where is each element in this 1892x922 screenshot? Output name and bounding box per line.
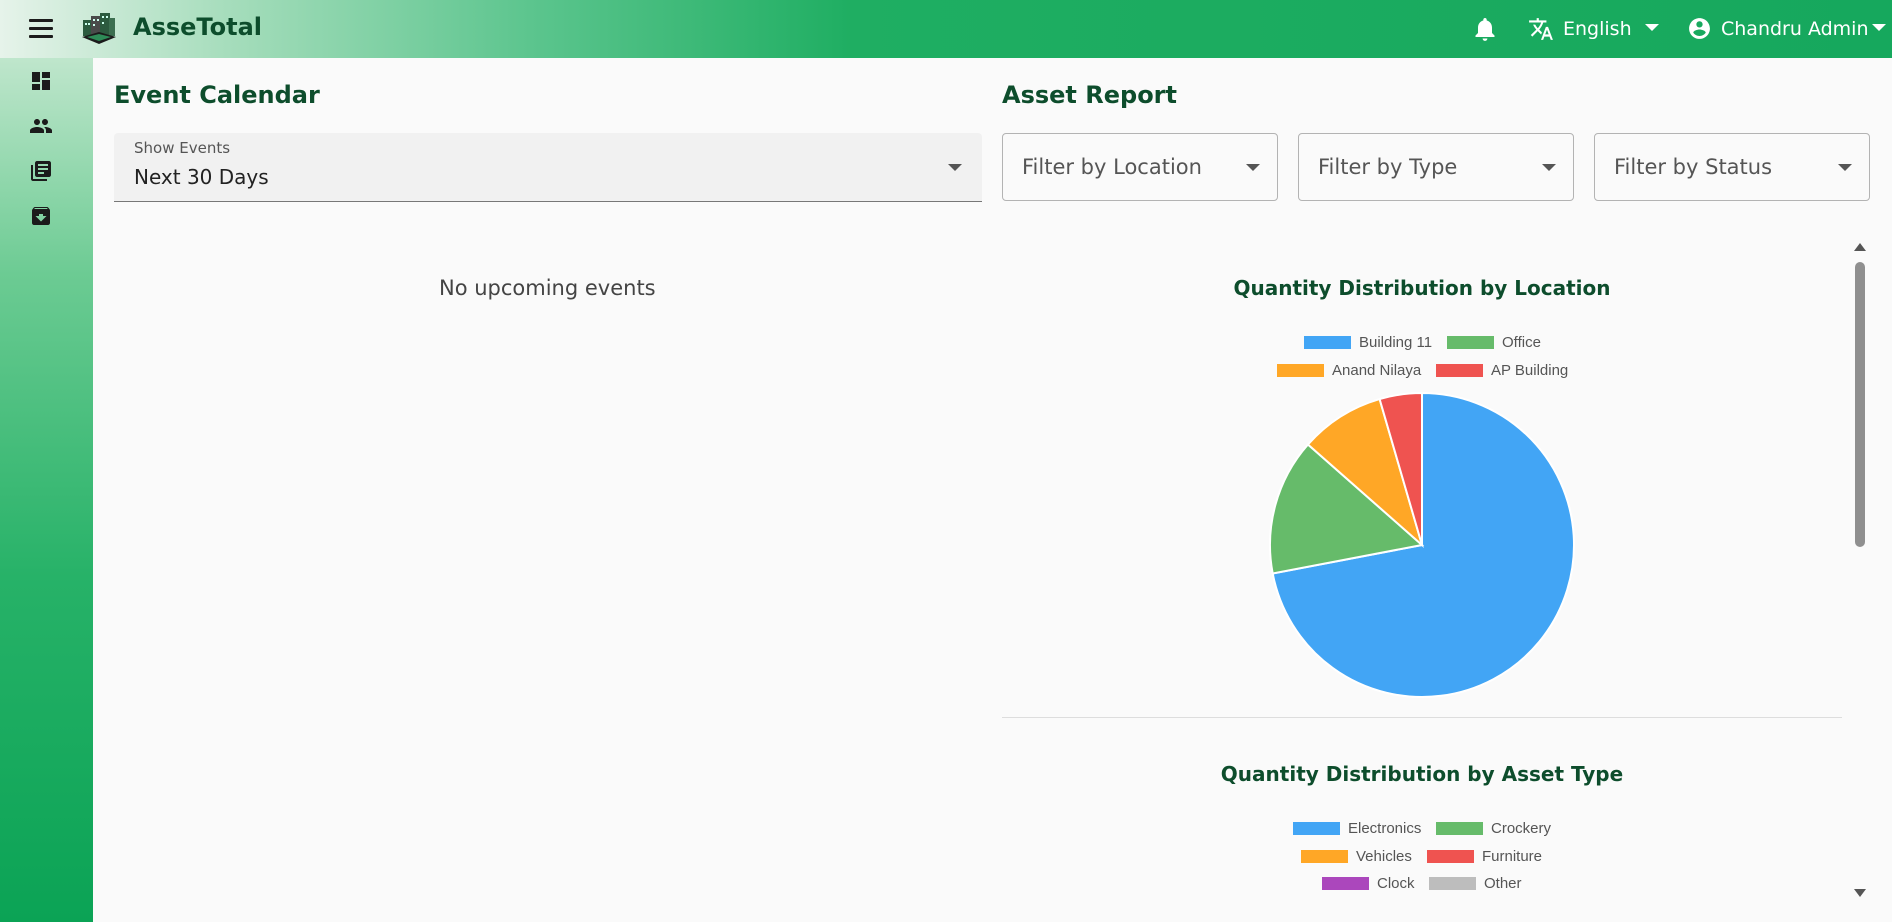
filter-location-select[interactable]: Filter by Location: [1002, 133, 1278, 201]
legend-label: Clock: [1377, 874, 1415, 892]
legend-item[interactable]: Clock: [1322, 873, 1415, 893]
bell-icon[interactable]: [1473, 16, 1497, 46]
legend-label: Furniture: [1482, 847, 1543, 865]
legend-label: AP Building: [1491, 361, 1569, 379]
app-brand: AsseTotal: [133, 13, 262, 41]
legend-label: Crockery: [1491, 819, 1552, 837]
legend-label: Building 11: [1359, 333, 1433, 351]
filter-location-placeholder: Filter by Location: [1022, 155, 1202, 179]
legend-item[interactable]: Building 11: [1304, 332, 1432, 352]
legend-item[interactable]: Furniture: [1427, 846, 1542, 866]
scroll-down-icon[interactable]: [1854, 889, 1866, 897]
legend-item[interactable]: Crockery: [1436, 818, 1551, 838]
filter-type-select[interactable]: Filter by Type: [1298, 133, 1574, 201]
filter-status-placeholder: Filter by Status: [1614, 155, 1773, 179]
chevron-down-icon[interactable]: [1246, 164, 1260, 171]
legend-swatch: [1436, 821, 1483, 835]
legend-item[interactable]: Other: [1429, 873, 1522, 893]
chart-divider: [1002, 717, 1842, 718]
asset-type-chart-title: Quantity Distribution by Asset Type: [1220, 762, 1624, 786]
sidebar: [0, 58, 93, 922]
legend-label: Other: [1484, 874, 1522, 892]
legend-item[interactable]: Vehicles: [1301, 846, 1412, 866]
account-circle-icon[interactable]: [1687, 16, 1712, 45]
scroll-up-icon[interactable]: [1854, 243, 1866, 251]
legend-swatch: [1429, 876, 1476, 890]
language-selector-label[interactable]: English: [1563, 18, 1632, 40]
legend-item[interactable]: AP Building: [1436, 360, 1568, 380]
show-events-value: Next 30 Days: [134, 165, 269, 189]
logo-icon: [80, 10, 118, 50]
legend-swatch: [1322, 876, 1369, 890]
filter-type-placeholder: Filter by Type: [1318, 155, 1458, 179]
show-events-select[interactable]: Show Events Next 30 Days: [114, 133, 982, 202]
dashboard-icon[interactable]: [29, 69, 53, 97]
legend-swatch: [1304, 335, 1351, 349]
legend-item[interactable]: Anand Nilaya: [1277, 360, 1421, 380]
legend-swatch: [1293, 821, 1340, 835]
filter-status-select[interactable]: Filter by Status: [1594, 133, 1870, 201]
legend-item[interactable]: Electronics: [1293, 818, 1421, 838]
location-pie-chart[interactable]: [1262, 388, 1582, 708]
legend-swatch: [1277, 363, 1324, 377]
legend-label: Electronics: [1348, 819, 1422, 837]
archive-icon[interactable]: [29, 204, 53, 232]
legend-label: Anand Nilaya: [1332, 361, 1422, 379]
asset-report-title: Asset Report: [1002, 81, 1177, 109]
show-events-label: Show Events: [134, 139, 231, 157]
chevron-down-icon[interactable]: [1542, 164, 1556, 171]
chevron-down-icon[interactable]: [948, 164, 962, 171]
legend-item[interactable]: Office: [1447, 332, 1541, 352]
legend-label: Vehicles: [1356, 847, 1412, 865]
empty-events-message: No upcoming events: [439, 276, 656, 300]
legend-swatch: [1436, 363, 1483, 377]
translate-icon[interactable]: [1528, 16, 1554, 46]
legend-swatch: [1427, 849, 1474, 863]
scrollbar-thumb[interactable]: [1855, 262, 1865, 547]
chevron-down-icon[interactable]: [1838, 164, 1852, 171]
location-chart-title: Quantity Distribution by Location: [1233, 276, 1611, 300]
legend-label: Office: [1502, 333, 1541, 351]
legend-swatch: [1301, 849, 1348, 863]
event-calendar-title: Event Calendar: [114, 81, 320, 109]
user-menu-label[interactable]: Chandru Admin: [1721, 18, 1869, 40]
people-icon[interactable]: [29, 114, 53, 142]
legend-swatch: [1447, 335, 1494, 349]
top-app-bar: AsseTotal English Chandru Admin: [0, 0, 1892, 58]
menu-icon[interactable]: [29, 19, 53, 38]
chevron-down-icon[interactable]: [1645, 24, 1659, 31]
chevron-down-icon[interactable]: [1872, 24, 1886, 31]
library-books-icon[interactable]: [29, 159, 53, 187]
